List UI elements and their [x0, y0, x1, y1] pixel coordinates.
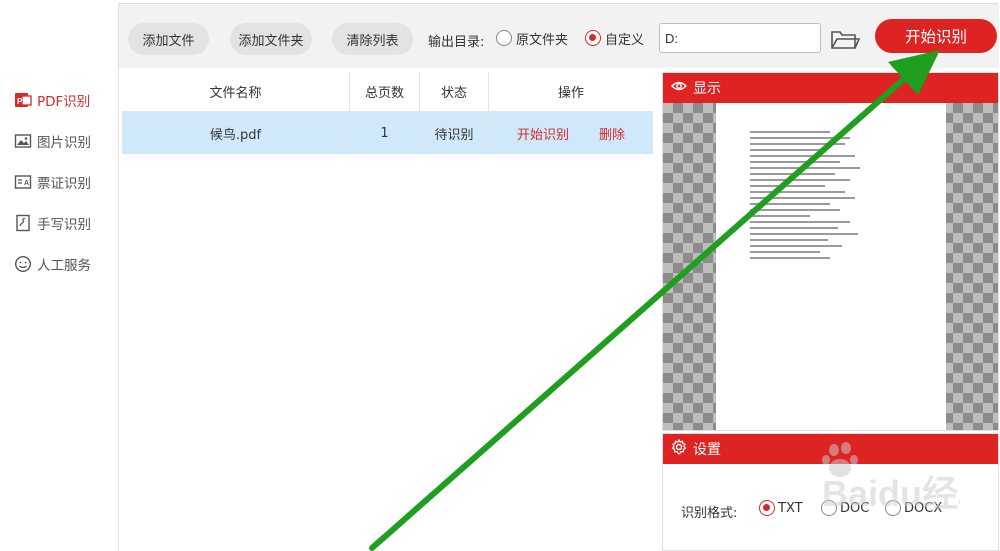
sidebar-item-label: PDF识别: [37, 94, 91, 110]
settings-title: 设置: [693, 442, 721, 458]
radio-custom-label: 自定义: [605, 32, 645, 48]
row-actions: 开始识别 删除: [489, 112, 653, 154]
sidebar-item-label: 手写识别: [37, 217, 91, 233]
eye-icon: [671, 79, 687, 97]
sidebar-item-image[interactable]: 图片识别: [14, 130, 91, 152]
row-pages: 1: [350, 112, 420, 154]
table-row[interactable]: 候鸟.pdf 1 待识别 开始识别 删除: [122, 112, 653, 154]
format-radio-doc[interactable]: DOC: [821, 500, 869, 516]
settings-body: 识别格式: TXT DOC DOCX: [663, 464, 998, 550]
format-docx-label: DOCX: [904, 500, 943, 516]
sidebar: P PDF识别 图片识别 A 票证识别 手写识别 人工服务: [0, 0, 118, 551]
document-preview-page: [716, 103, 946, 430]
clear-list-button[interactable]: 清除列表: [332, 23, 413, 55]
format-radio-docx[interactable]: DOCX: [885, 500, 942, 516]
header-pages: 总页数: [350, 72, 420, 111]
row-start-link[interactable]: 开始识别: [517, 124, 569, 143]
format-radio-txt[interactable]: TXT: [759, 500, 803, 516]
sidebar-item-handwriting[interactable]: 手写识别: [14, 212, 91, 234]
radio-source-label: 原文件夹: [516, 32, 569, 48]
preview-header: 显示: [663, 73, 998, 103]
pdf-icon: P: [14, 91, 32, 109]
svg-text:A: A: [24, 180, 29, 187]
settings-panel: 设置 识别格式: TXT DOC DOCX: [662, 433, 999, 551]
sidebar-item-service[interactable]: 人工服务: [14, 253, 91, 275]
ticket-icon: A: [14, 173, 32, 191]
output-dir-label: 输出目录:: [428, 35, 485, 50]
settings-header: 设置: [663, 434, 998, 464]
row-filename: 候鸟.pdf: [122, 112, 350, 154]
row-delete-link[interactable]: 删除: [599, 124, 625, 143]
header-filename: 文件名称: [122, 72, 350, 111]
gear-icon: [671, 438, 687, 459]
preview-panel: 显示: [662, 72, 999, 431]
format-doc-dot[interactable]: [821, 500, 837, 516]
sidebar-item-label: 人工服务: [37, 258, 91, 274]
sidebar-item-pdf[interactable]: P PDF识别: [14, 89, 90, 111]
radio-source-folder[interactable]: 原文件夹: [496, 28, 568, 48]
sidebar-item-label: 图片识别: [37, 135, 91, 151]
image-icon: [14, 132, 32, 150]
frame-divider-left: [118, 3, 119, 551]
smiley-icon: [14, 255, 32, 273]
sidebar-item-ticket[interactable]: A 票证识别: [14, 171, 91, 193]
file-table: 文件名称 总页数 状态 操作 候鸟.pdf 1 待识别 开始识别 删除: [122, 72, 653, 154]
svg-text:P: P: [17, 97, 23, 106]
preview-title: 显示: [693, 81, 721, 97]
table-header: 文件名称 总页数 状态 操作: [122, 72, 653, 112]
header-status: 状态: [420, 72, 489, 111]
folder-browse-icon[interactable]: [829, 26, 861, 52]
sidebar-item-label: 票证识别: [37, 176, 91, 192]
radio-custom-dot[interactable]: [585, 30, 601, 46]
add-folder-button[interactable]: 添加文件夹: [230, 23, 312, 55]
output-path-input[interactable]: [659, 23, 821, 53]
row-status: 待识别: [420, 112, 489, 154]
format-txt-label: TXT: [778, 500, 803, 516]
format-label: 识别格式:: [681, 506, 738, 521]
format-doc-label: DOC: [840, 500, 870, 516]
add-file-button[interactable]: 添加文件: [128, 23, 209, 55]
radio-custom-folder[interactable]: 自定义: [585, 28, 644, 48]
header-actions: 操作: [557, 86, 584, 101]
format-docx-dot[interactable]: [885, 500, 901, 516]
handwriting-icon: [14, 214, 32, 232]
radio-source-dot[interactable]: [496, 30, 512, 46]
format-txt-dot[interactable]: [759, 500, 775, 516]
toolbar: 添加文件 添加文件夹 清除列表 输出目录: 原文件夹 自定义 开始识别: [119, 4, 999, 68]
start-recognition-button[interactable]: 开始识别: [875, 19, 997, 53]
